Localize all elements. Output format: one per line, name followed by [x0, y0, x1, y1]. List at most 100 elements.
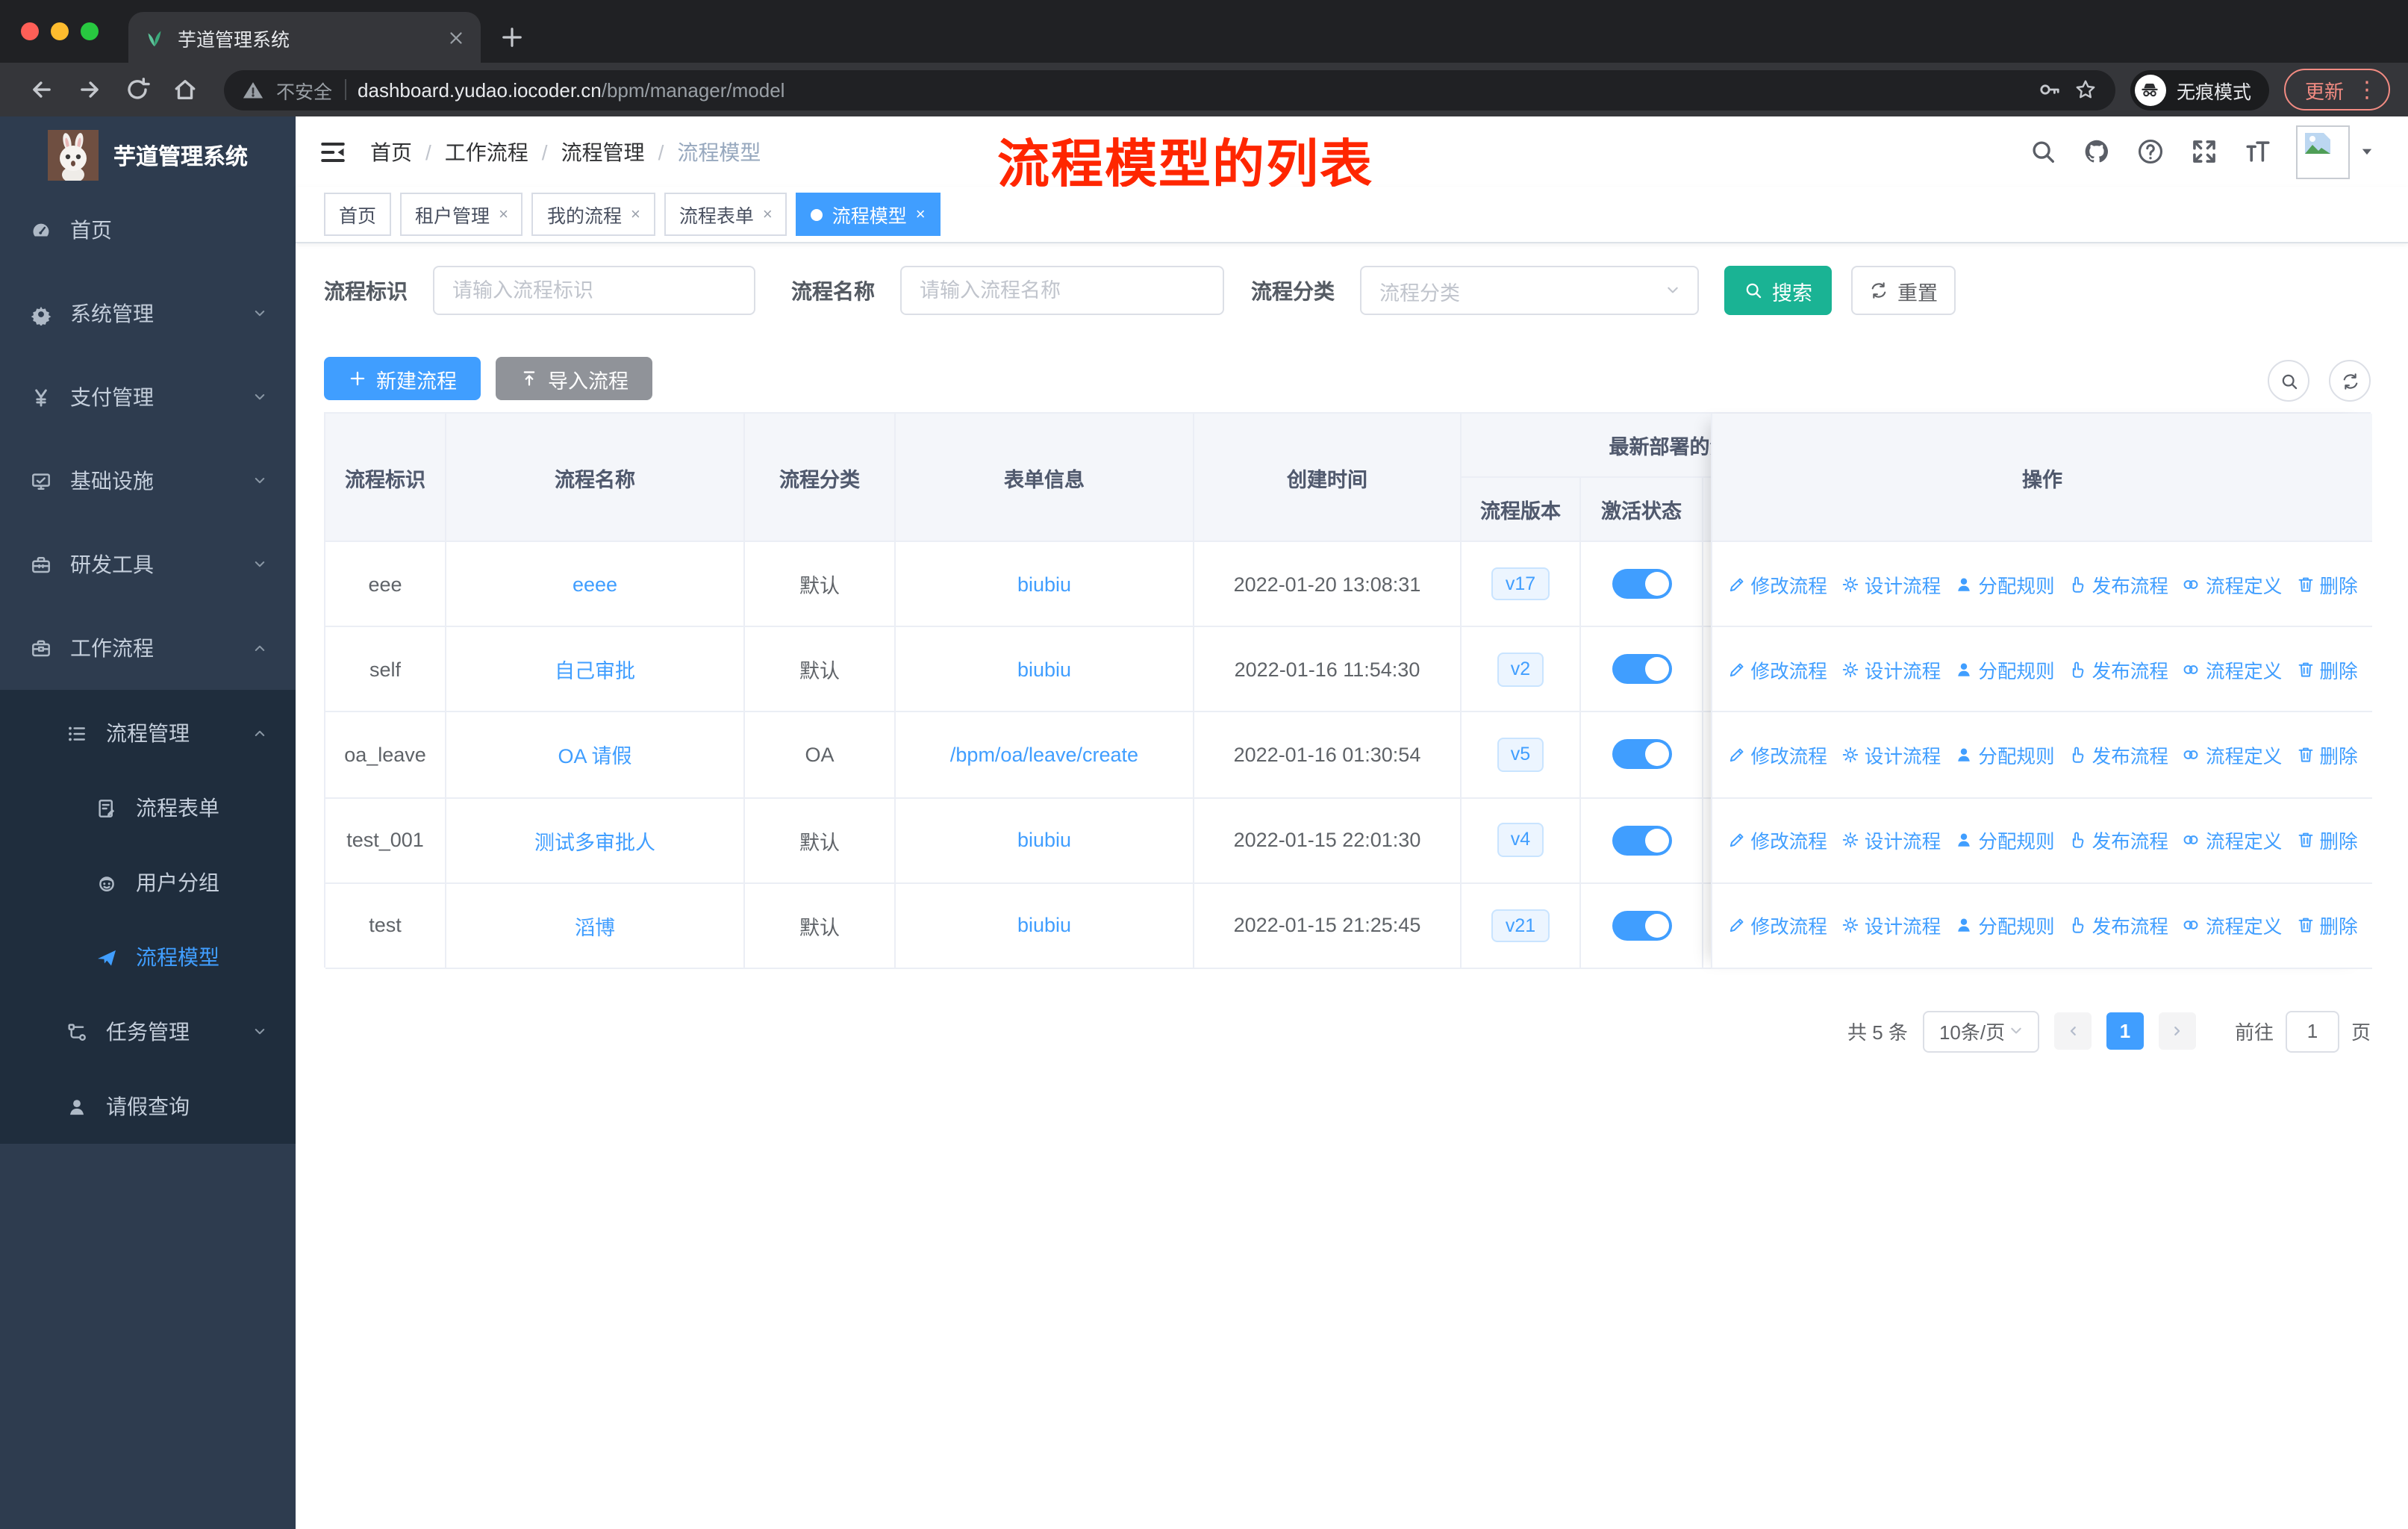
tag-我的流程[interactable]: 我的流程 × — [531, 193, 655, 236]
action-process-definition[interactable]: 流程定义 — [2182, 570, 2282, 598]
toggle-search-button[interactable] — [2268, 360, 2309, 402]
action-modify-process[interactable]: 修改流程 — [1727, 570, 1827, 598]
action-assign-rule[interactable]: 分配规则 — [1954, 826, 2055, 854]
sidebar-item-流程管理[interactable]: 流程管理 — [0, 696, 296, 770]
sidebar-item-任务管理[interactable]: 任务管理 — [0, 994, 296, 1069]
breadcrumb-workflow[interactable]: 工作流程 — [445, 137, 528, 166]
action-delete[interactable]: 删除 — [2295, 912, 2358, 940]
sidebar-item-研发工具[interactable]: 研发工具 — [0, 523, 296, 606]
active-toggle[interactable] — [1612, 739, 1671, 770]
action-modify-process[interactable]: 修改流程 — [1727, 741, 1827, 769]
sidebar-item-流程模型[interactable]: 流程模型 — [0, 920, 296, 994]
browser-update-button[interactable]: 更新 ⋮ — [2283, 69, 2390, 110]
sidebar-item-首页[interactable]: 首页 — [0, 188, 296, 272]
user-avatar-menu[interactable] — [2296, 125, 2375, 178]
action-process-definition[interactable]: 流程定义 — [2182, 655, 2282, 684]
action-publish-process[interactable]: 发布流程 — [2068, 655, 2168, 684]
sidebar-item-基础设施[interactable]: 基础设施 — [0, 439, 296, 523]
browser-menu-icon[interactable]: ⋮ — [2356, 78, 2378, 101]
action-modify-process[interactable]: 修改流程 — [1727, 826, 1827, 854]
goto-page-input[interactable] — [2285, 1010, 2339, 1052]
action-design-process[interactable]: 设计流程 — [1841, 912, 1941, 940]
filter-category-select[interactable]: 流程分类 — [1360, 266, 1699, 315]
active-toggle[interactable] — [1612, 654, 1671, 685]
tab-close-icon[interactable] — [446, 28, 466, 47]
action-delete[interactable]: 删除 — [2295, 570, 2358, 598]
action-design-process[interactable]: 设计流程 — [1841, 655, 1941, 684]
search-button[interactable]: 搜索 — [1724, 266, 1832, 315]
action-delete[interactable]: 删除 — [2295, 826, 2358, 854]
password-key-icon[interactable] — [2038, 78, 2062, 102]
action-process-definition[interactable]: 流程定义 — [2182, 912, 2282, 940]
filter-name-input[interactable] — [900, 266, 1224, 315]
form-info-link[interactable]: biubiu — [1017, 915, 1071, 937]
action-delete[interactable]: 删除 — [2295, 655, 2358, 684]
browser-tab[interactable]: 芋道管理系统 — [128, 12, 481, 63]
sidebar-item-支付管理[interactable]: 支付管理 — [0, 355, 296, 439]
active-toggle[interactable] — [1612, 910, 1671, 941]
process-name-link[interactable]: OA 请假 — [558, 740, 631, 770]
action-publish-process[interactable]: 发布流程 — [2068, 912, 2168, 940]
tag-close-icon[interactable]: × — [763, 205, 773, 223]
sidebar-item-工作流程[interactable]: 工作流程 — [0, 606, 296, 690]
reload-button[interactable] — [124, 76, 151, 103]
action-process-definition[interactable]: 流程定义 — [2182, 741, 2282, 769]
current-page-button[interactable]: 1 — [2106, 1012, 2144, 1050]
back-button[interactable] — [28, 76, 55, 103]
action-delete[interactable]: 删除 — [2295, 741, 2358, 769]
tag-close-icon[interactable]: × — [916, 205, 926, 223]
active-toggle[interactable] — [1612, 569, 1671, 600]
active-toggle[interactable] — [1612, 825, 1671, 856]
form-info-link[interactable]: biubiu — [1017, 658, 1071, 681]
sidebar-item-用户分组[interactable]: 用户分组 — [0, 845, 296, 920]
address-bar[interactable]: 不安全 dashboard.yudao.iocoder.cn/bpm/manag… — [224, 69, 2115, 110]
tag-租户管理[interactable]: 租户管理 × — [400, 193, 523, 236]
form-info-link[interactable]: biubiu — [1017, 829, 1071, 851]
action-assign-rule[interactable]: 分配规则 — [1954, 655, 2055, 684]
action-process-definition[interactable]: 流程定义 — [2182, 826, 2282, 854]
process-name-link[interactable]: 滔博 — [575, 911, 615, 941]
breadcrumb-process-manage[interactable]: 流程管理 — [561, 137, 645, 166]
header-search-icon[interactable] — [2029, 137, 2057, 166]
home-button[interactable] — [172, 76, 199, 103]
action-publish-process[interactable]: 发布流程 — [2068, 741, 2168, 769]
sidebar-item-流程表单[interactable]: 流程表单 — [0, 770, 296, 845]
sidebar-collapse-icon[interactable] — [318, 137, 348, 166]
forward-button[interactable] — [76, 76, 103, 103]
action-design-process[interactable]: 设计流程 — [1841, 570, 1941, 598]
process-name-link[interactable]: eeee — [573, 573, 617, 595]
action-publish-process[interactable]: 发布流程 — [2068, 570, 2168, 598]
fullscreen-icon[interactable] — [2190, 137, 2218, 166]
bookmark-star-icon[interactable] — [2074, 78, 2097, 102]
filter-key-input[interactable] — [433, 266, 755, 315]
window-minimize-button[interactable] — [51, 22, 69, 40]
breadcrumb-home[interactable]: 首页 — [370, 137, 412, 166]
action-publish-process[interactable]: 发布流程 — [2068, 826, 2168, 854]
action-assign-rule[interactable]: 分配规则 — [1954, 741, 2055, 769]
import-process-button[interactable]: 导入流程 — [496, 357, 652, 400]
process-name-link[interactable]: 自己审批 — [555, 655, 635, 685]
action-assign-rule[interactable]: 分配规则 — [1954, 570, 2055, 598]
prev-page-button[interactable] — [2053, 1012, 2092, 1050]
tag-流程模型[interactable]: 流程模型 × — [796, 193, 941, 236]
tag-首页[interactable]: 首页 — [324, 193, 392, 236]
process-name-link[interactable]: 测试多审批人 — [534, 825, 655, 855]
action-modify-process[interactable]: 修改流程 — [1727, 655, 1827, 684]
page-size-select[interactable]: 10条/页 — [1922, 1010, 2039, 1052]
form-info-link[interactable]: biubiu — [1017, 573, 1071, 595]
sidebar-item-系统管理[interactable]: 系统管理 — [0, 272, 296, 355]
next-page-button[interactable] — [2158, 1012, 2196, 1050]
create-process-button[interactable]: 新建流程 — [324, 357, 481, 400]
font-size-icon[interactable] — [2244, 137, 2272, 166]
tag-close-icon[interactable]: × — [499, 205, 508, 223]
action-modify-process[interactable]: 修改流程 — [1727, 912, 1827, 940]
refresh-table-button[interactable] — [2329, 360, 2371, 402]
window-zoom-button[interactable] — [81, 22, 99, 40]
help-icon[interactable] — [2136, 137, 2165, 166]
reset-button[interactable]: 重置 — [1851, 266, 1956, 315]
app-logo[interactable]: 芋道管理系统 — [0, 116, 296, 188]
not-secure-icon[interactable] — [242, 78, 264, 101]
action-design-process[interactable]: 设计流程 — [1841, 826, 1941, 854]
tag-流程表单[interactable]: 流程表单 × — [664, 193, 787, 236]
tag-close-icon[interactable]: × — [631, 205, 640, 223]
